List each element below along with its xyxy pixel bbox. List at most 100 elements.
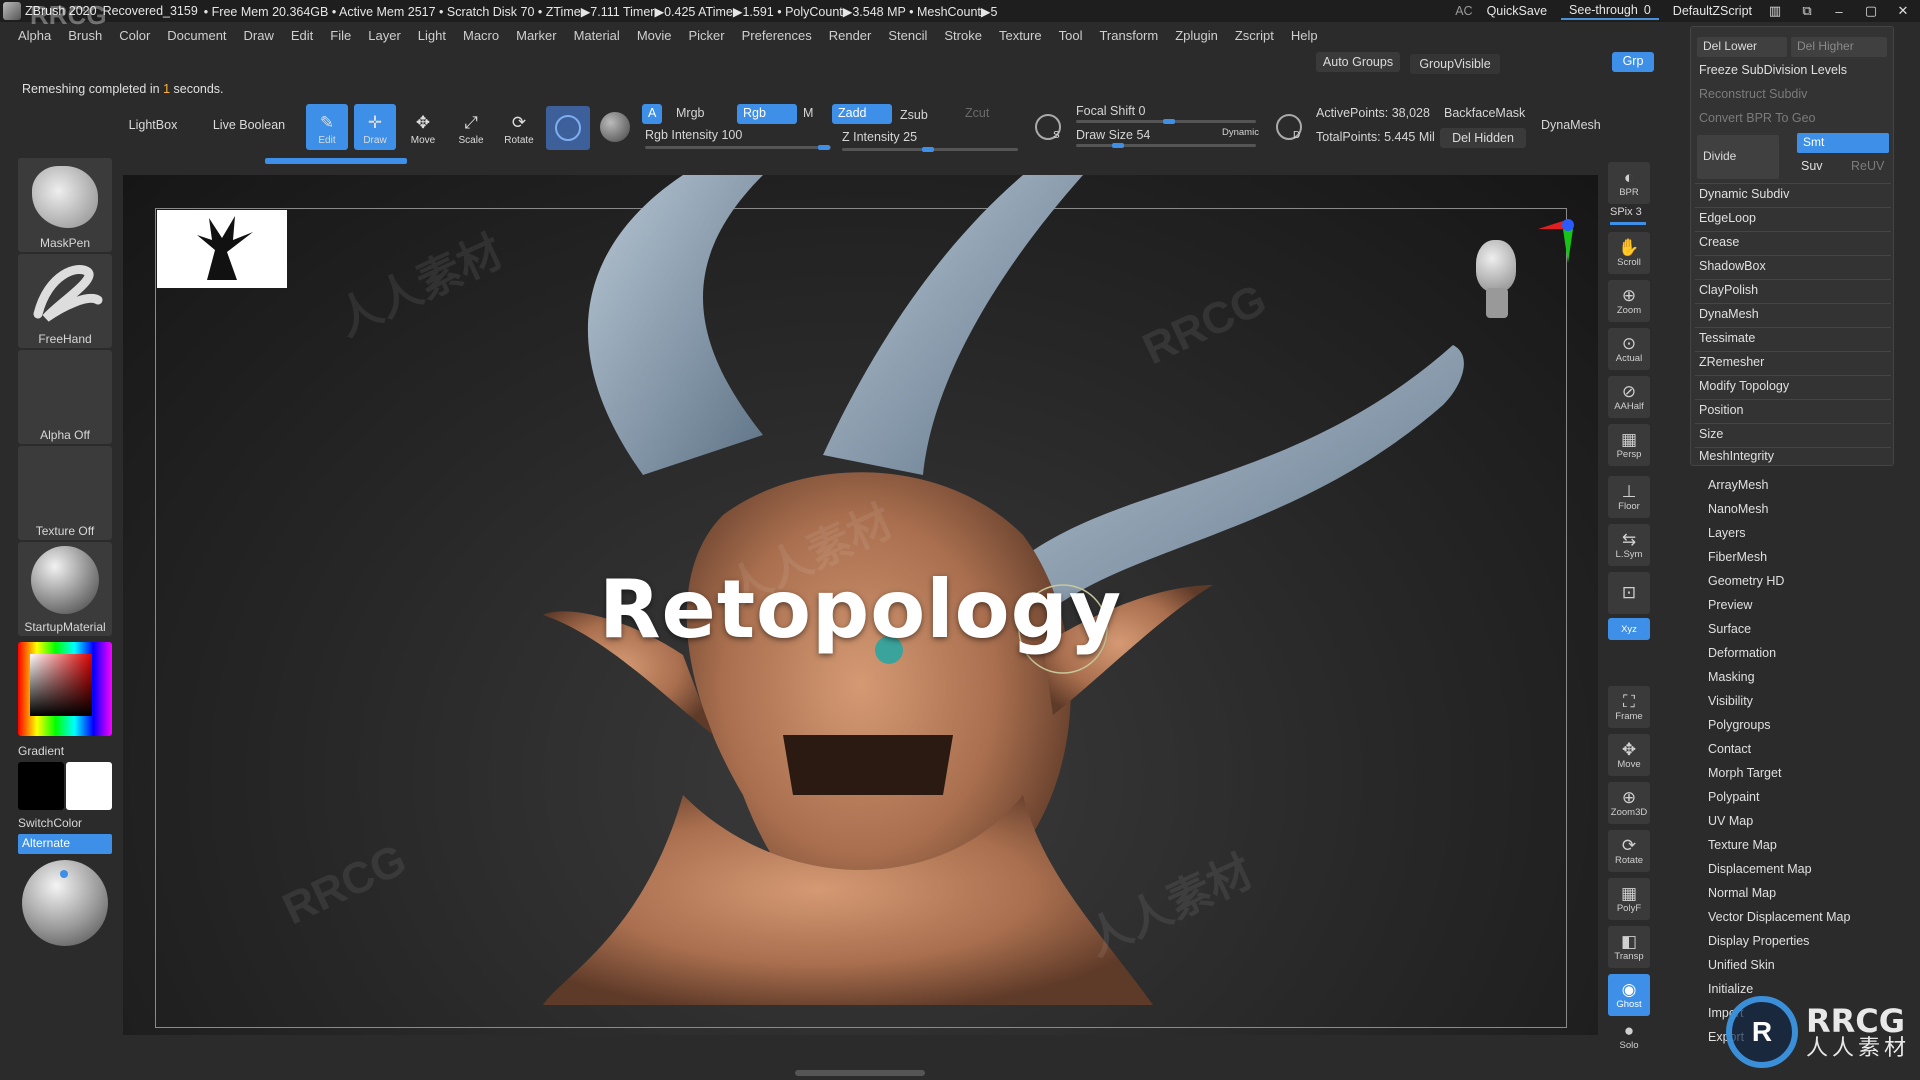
lightbox-button[interactable]: LightBox: [116, 114, 190, 136]
tessimate-item[interactable]: Tessimate: [1699, 331, 1755, 345]
masking-item[interactable]: Masking: [1708, 670, 1755, 684]
bpr-button[interactable]: ◐ BPR: [1608, 162, 1650, 204]
auto-groups-button[interactable]: Auto Groups: [1316, 52, 1400, 72]
actual-button[interactable]: ⊙ Actual: [1608, 328, 1650, 370]
grp-button[interactable]: Grp: [1612, 52, 1654, 72]
spix-setting[interactable]: SPix 3: [1610, 206, 1642, 218]
color-square[interactable]: [30, 654, 92, 716]
rgb-intensity-slider[interactable]: Rgb Intensity 100: [645, 128, 742, 142]
surface-item[interactable]: Surface: [1708, 622, 1751, 636]
z-intensity-slider[interactable]: Z Intensity 25: [842, 130, 917, 144]
see-through-slider[interactable]: See-through 0: [1561, 2, 1659, 20]
edgeloop-item[interactable]: EdgeLoop: [1699, 211, 1756, 225]
menu-alpha[interactable]: Alpha: [18, 28, 51, 43]
menu-movie[interactable]: Movie: [637, 28, 672, 43]
d-toggle[interactable]: D: [1293, 130, 1300, 141]
rotate-button[interactable]: ⟳ Rotate: [498, 104, 540, 150]
gradient-label[interactable]: Gradient: [18, 744, 64, 758]
rgb-button[interactable]: Rgb: [737, 104, 797, 124]
shadowbox-item[interactable]: ShadowBox: [1699, 259, 1766, 273]
hide-menus-icon[interactable]: ▥: [1766, 3, 1784, 19]
polygroups-item[interactable]: Polygroups: [1708, 718, 1771, 732]
texture-map-item[interactable]: Texture Map: [1708, 838, 1777, 852]
menu-picker[interactable]: Picker: [689, 28, 725, 43]
alpha-slot[interactable]: Alpha Off: [18, 350, 112, 444]
modify-topology-item[interactable]: Modify Topology: [1699, 379, 1789, 393]
menu-brush[interactable]: Brush: [68, 28, 102, 43]
material-sphere-icon[interactable]: [600, 112, 630, 142]
menu-document[interactable]: Document: [167, 28, 226, 43]
menu-color[interactable]: Color: [119, 28, 150, 43]
menu-preferences[interactable]: Preferences: [742, 28, 812, 43]
menu-tool[interactable]: Tool: [1059, 28, 1083, 43]
unified-skin-item[interactable]: Unified Skin: [1708, 958, 1775, 972]
meshintegrity-item[interactable]: MeshIntegrity: [1699, 449, 1774, 463]
initialize-item[interactable]: Initialize: [1708, 982, 1753, 996]
size-item[interactable]: Size: [1699, 427, 1723, 441]
a-button[interactable]: A: [642, 104, 663, 124]
zcut-button[interactable]: Zcut: [965, 106, 989, 120]
display-properties-item[interactable]: Display Properties: [1708, 934, 1809, 948]
nanomesh-item[interactable]: NanoMesh: [1708, 502, 1768, 516]
dynamesh-button[interactable]: DynaMesh: [1541, 118, 1601, 132]
script-name[interactable]: DefaultZScript: [1673, 4, 1752, 18]
zsub-button[interactable]: Zsub: [900, 108, 928, 122]
reconstruct-subdiv-button[interactable]: Reconstruct Subdiv: [1699, 87, 1807, 101]
del-lower-button[interactable]: Del Lower: [1697, 37, 1787, 57]
normal-map-item[interactable]: Normal Map: [1708, 886, 1776, 900]
solo-button[interactable]: ● Solo: [1608, 1018, 1650, 1054]
backface-mask-button[interactable]: BackfaceMask: [1444, 106, 1525, 120]
menu-file[interactable]: File: [330, 28, 351, 43]
uv-map-item[interactable]: UV Map: [1708, 814, 1753, 828]
focal-shift-slider[interactable]: Focal Shift 0: [1076, 104, 1146, 118]
menu-marker[interactable]: Marker: [516, 28, 556, 43]
minimize-icon[interactable]: –: [1830, 4, 1848, 19]
move-button[interactable]: ✥ Move: [402, 104, 444, 150]
spix-slider[interactable]: [1610, 222, 1646, 225]
menu-help[interactable]: Help: [1291, 28, 1318, 43]
menu-edit[interactable]: Edit: [291, 28, 313, 43]
smt-toggle[interactable]: Smt: [1797, 133, 1889, 153]
draw-size-slider[interactable]: Draw Size 54: [1076, 128, 1150, 142]
dynamesh-item[interactable]: DynaMesh: [1699, 307, 1759, 321]
zadd-button[interactable]: Zadd: [832, 104, 892, 124]
m-button[interactable]: M: [803, 106, 813, 120]
xyz-button[interactable]: Xyz: [1608, 618, 1650, 640]
menu-layer[interactable]: Layer: [368, 28, 401, 43]
ghost-button[interactable]: ◉ Ghost: [1608, 974, 1650, 1016]
focal-shift-handle[interactable]: [1163, 119, 1175, 124]
menu-material[interactable]: Material: [574, 28, 620, 43]
layout-icon[interactable]: ⧉: [1798, 3, 1816, 19]
scale-button[interactable]: ⤢ Scale: [450, 104, 492, 150]
ac-label[interactable]: AC: [1455, 4, 1472, 18]
viewport-canvas[interactable]: Retopology: [123, 175, 1598, 1035]
dynamic-subdiv-item[interactable]: Dynamic Subdiv: [1699, 187, 1789, 201]
brush-slot[interactable]: MaskPen: [18, 158, 112, 252]
light-sphere-icon[interactable]: [22, 860, 108, 946]
frame-button[interactable]: ⛶ Frame: [1608, 686, 1650, 728]
edit-button[interactable]: ✎ Edit: [306, 104, 348, 150]
material-slot[interactable]: StartupMaterial: [18, 542, 112, 636]
claypolish-item[interactable]: ClayPolish: [1699, 283, 1758, 297]
arraymesh-item[interactable]: ArrayMesh: [1708, 478, 1768, 492]
s-toggle[interactable]: S: [1053, 130, 1060, 141]
geometry-hd-item[interactable]: Geometry HD: [1708, 574, 1784, 588]
live-boolean-button[interactable]: Live Boolean: [204, 114, 294, 136]
switch-color-button[interactable]: SwitchColor: [18, 816, 82, 830]
sphere-mode-button[interactable]: [546, 106, 590, 150]
close-icon[interactable]: ✕: [1894, 3, 1912, 19]
morph-target-item[interactable]: Morph Target: [1708, 766, 1781, 780]
stroke-slot[interactable]: FreeHand: [18, 254, 112, 348]
menu-stroke[interactable]: Stroke: [944, 28, 982, 43]
light-position-dot[interactable]: [60, 870, 68, 878]
del-higher-button[interactable]: Del Higher: [1791, 37, 1887, 57]
displacement-map-item[interactable]: Displacement Map: [1708, 862, 1812, 876]
quicksave-button[interactable]: QuickSave: [1487, 4, 1547, 18]
menu-draw[interactable]: Draw: [244, 28, 274, 43]
crease-item[interactable]: Crease: [1699, 235, 1739, 249]
menu-render[interactable]: Render: [829, 28, 872, 43]
main-color-swatch[interactable]: [18, 762, 64, 810]
freeze-subdivision-button[interactable]: Freeze SubDivision Levels: [1699, 63, 1847, 77]
alternate-button[interactable]: Alternate: [18, 834, 112, 854]
deformation-item[interactable]: Deformation: [1708, 646, 1776, 660]
